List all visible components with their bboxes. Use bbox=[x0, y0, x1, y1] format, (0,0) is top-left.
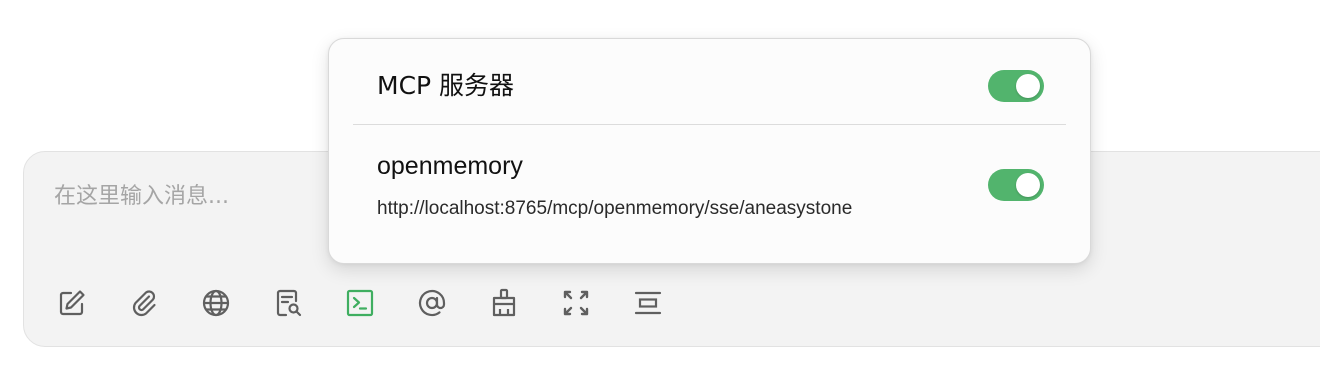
paperclip-icon bbox=[132, 290, 156, 317]
server-toggle-openmemory[interactable] bbox=[988, 169, 1044, 201]
app-stage: MCP 服务器 openmemory http://localhost:8765… bbox=[0, 0, 1320, 372]
attach-button[interactable] bbox=[126, 285, 162, 321]
mcp-master-toggle[interactable] bbox=[988, 70, 1044, 102]
expand-icon bbox=[563, 290, 589, 316]
input-toolbar bbox=[54, 285, 702, 321]
edit-icon bbox=[59, 290, 85, 316]
server-url: http://localhost:8765/mcp/openmemory/sse… bbox=[377, 198, 853, 219]
knowledge-base-button[interactable] bbox=[270, 285, 306, 321]
toggle-knob bbox=[1016, 173, 1040, 197]
new-context-button[interactable] bbox=[630, 285, 666, 321]
toggle-knob bbox=[1016, 74, 1040, 98]
document-search-icon bbox=[276, 289, 302, 317]
mcp-servers-popover: MCP 服务器 openmemory http://localhost:8765… bbox=[328, 38, 1091, 264]
at-icon bbox=[418, 289, 446, 317]
edit-button[interactable] bbox=[54, 285, 90, 321]
popover-divider bbox=[353, 124, 1066, 125]
expand-button[interactable] bbox=[558, 285, 594, 321]
clear-context-button[interactable] bbox=[486, 285, 522, 321]
broom-icon bbox=[492, 288, 516, 317]
terminal-icon bbox=[346, 289, 374, 317]
popover-title: MCP 服务器 bbox=[377, 71, 515, 100]
mention-button[interactable] bbox=[414, 285, 450, 321]
mcp-tools-button[interactable] bbox=[342, 285, 378, 321]
globe-icon bbox=[202, 289, 230, 317]
server-name: openmemory bbox=[377, 152, 523, 180]
web-search-button[interactable] bbox=[198, 285, 234, 321]
divider-icon bbox=[634, 291, 662, 315]
